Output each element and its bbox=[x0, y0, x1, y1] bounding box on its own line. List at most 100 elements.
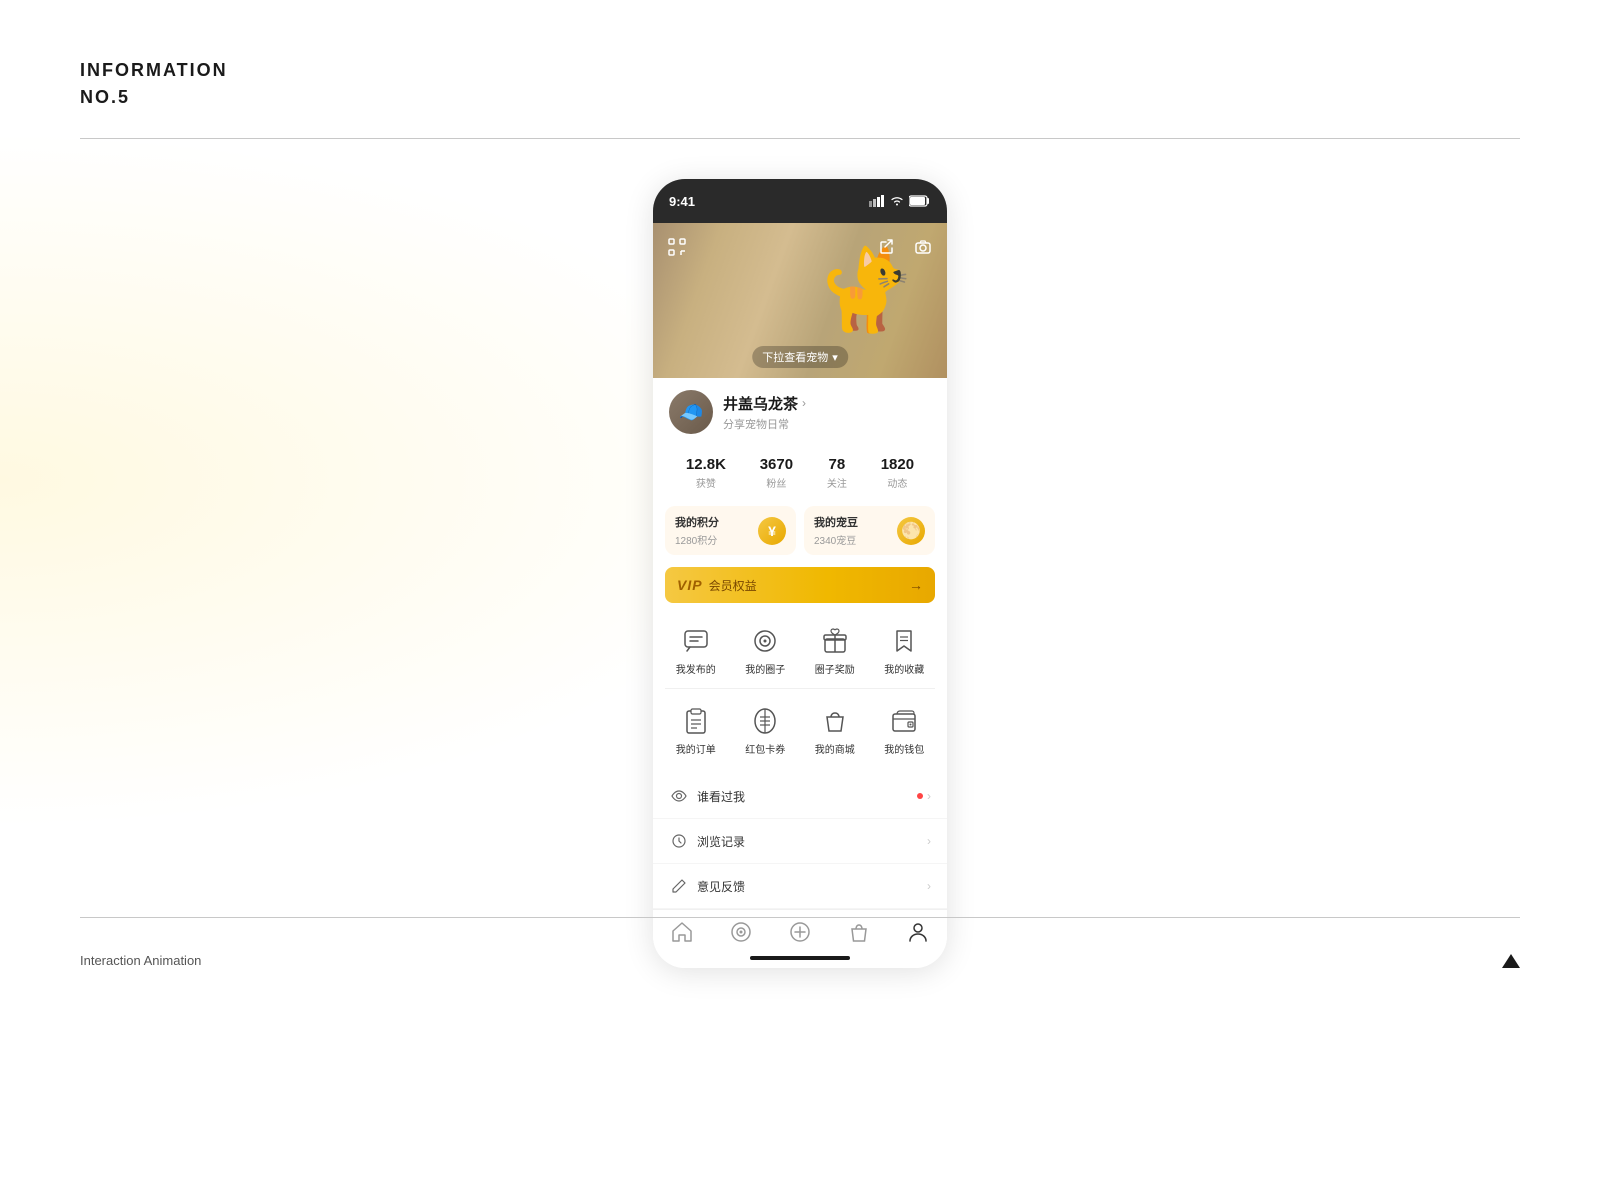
list-chevron-history-icon: › bbox=[927, 834, 931, 848]
pencil-icon bbox=[669, 876, 689, 896]
battery-icon bbox=[909, 195, 931, 207]
profile-row: 🧢 井盖乌龙茶 › 分享宠物日常 bbox=[669, 390, 931, 434]
menu-item-favorites[interactable]: 我的收藏 bbox=[870, 617, 940, 684]
bottom-nav bbox=[653, 909, 947, 950]
hero-overlay-icons bbox=[663, 233, 937, 261]
menu-item-circle[interactable]: 我的圈子 bbox=[731, 617, 801, 684]
nav-item-shop-nav[interactable] bbox=[829, 920, 888, 944]
list-chevron-icon: › bbox=[927, 789, 931, 803]
menu-label-orders: 我的订单 bbox=[676, 741, 716, 756]
footer: Interaction Animation bbox=[80, 953, 1520, 968]
bean-value: 2340宠豆 bbox=[814, 532, 858, 547]
profile-chevron-icon[interactable]: › bbox=[802, 396, 806, 410]
menu-item-orders[interactable]: 我的订单 bbox=[661, 697, 731, 764]
list-item-feedback[interactable]: 意见反馈 › bbox=[653, 864, 947, 909]
list-item-who-viewed[interactable]: 谁看过我 › bbox=[653, 774, 947, 819]
wifi-icon bbox=[890, 195, 904, 207]
list-item-feedback-right: › bbox=[927, 879, 931, 893]
vip-arrow-icon: → bbox=[909, 577, 923, 593]
menu-grid-row1: 我发布的 我的圈子 bbox=[653, 609, 947, 688]
page-number: NO.5 bbox=[80, 87, 1520, 108]
stat-likes: 12.8K 获赞 bbox=[686, 456, 726, 490]
bean-card[interactable]: 我的宠豆 2340宠豆 🌕 bbox=[804, 506, 935, 555]
profile-bio: 分享宠物日常 bbox=[723, 416, 806, 432]
points-card[interactable]: 我的积分 1280积分 ¥ bbox=[665, 506, 796, 555]
page-title: INFORMATION bbox=[80, 60, 1520, 81]
up-triangle-icon bbox=[1502, 954, 1520, 968]
list-item-history-text: 浏览记录 bbox=[697, 833, 927, 850]
stat-posts: 1820 动态 bbox=[881, 456, 914, 490]
hero-right-icons bbox=[873, 233, 937, 261]
camera-icon[interactable] bbox=[909, 233, 937, 261]
menu-label-coupons: 红包卡券 bbox=[745, 741, 785, 756]
home-nav-icon bbox=[671, 920, 693, 944]
main-content: 9:41 bbox=[0, 139, 1600, 1008]
list-item-who-viewed-text: 谁看过我 bbox=[697, 788, 917, 805]
clipboard-icon bbox=[680, 705, 712, 737]
stat-likes-label: 获赞 bbox=[686, 475, 726, 490]
menu-label-posts: 我发布的 bbox=[676, 661, 716, 676]
wallet-icon bbox=[888, 705, 920, 737]
list-chevron-feedback-icon: › bbox=[927, 879, 931, 893]
nav-item-home[interactable] bbox=[653, 920, 712, 944]
footer-label: Interaction Animation bbox=[80, 953, 201, 968]
avatar: 🧢 bbox=[669, 390, 713, 434]
stat-likes-value: 12.8K bbox=[686, 456, 726, 473]
nav-item-profile[interactable] bbox=[888, 920, 947, 944]
points-coin-icon: ¥ bbox=[758, 517, 786, 545]
stat-following: 78 关注 bbox=[827, 456, 847, 490]
stats-row: 12.8K 获赞 3670 粉丝 78 关注 1820 动态 bbox=[653, 446, 947, 500]
page-header: INFORMATION NO.5 bbox=[0, 0, 1600, 128]
plus-nav-icon bbox=[789, 920, 811, 944]
clock-icon bbox=[669, 831, 689, 851]
stat-posts-value: 1820 bbox=[881, 456, 914, 473]
bookmark-icon bbox=[888, 625, 920, 657]
notification-dot bbox=[917, 793, 923, 799]
menu-item-shop[interactable]: 我的商城 bbox=[800, 697, 870, 764]
points-value: 1280积分 bbox=[675, 532, 719, 547]
list-item-who-viewed-right: › bbox=[917, 789, 931, 803]
list-section: 谁看过我 › 浏览记录 › bbox=[653, 774, 947, 909]
bean-card-left: 我的宠豆 2340宠豆 bbox=[814, 514, 858, 547]
menu-item-reward[interactable]: 圈子奖励 bbox=[800, 617, 870, 684]
circle-icon bbox=[749, 625, 781, 657]
stat-fans-label: 粉丝 bbox=[760, 475, 793, 490]
hero-area: 下拉查看宠物 ▾ bbox=[653, 223, 947, 378]
menu-label-wallet: 我的钱包 bbox=[884, 741, 924, 756]
vip-left: VIP 会员权益 bbox=[677, 577, 757, 594]
coupon-icon bbox=[749, 705, 781, 737]
bean-title: 我的宠豆 bbox=[814, 514, 858, 530]
bean-coin-icon: 🌕 bbox=[897, 517, 925, 545]
share-icon[interactable] bbox=[873, 233, 901, 261]
profile-section: 🧢 井盖乌龙茶 › 分享宠物日常 bbox=[653, 378, 947, 446]
nav-item-discover[interactable] bbox=[712, 920, 771, 944]
hero-bottom-label: 下拉查看宠物 ▾ bbox=[752, 346, 848, 368]
menu-label-favorites: 我的收藏 bbox=[884, 661, 924, 676]
menu-item-posts[interactable]: 我发布的 bbox=[661, 617, 731, 684]
menu-grid-row2: 我的订单 红包卡券 bbox=[653, 689, 947, 768]
vip-banner[interactable]: VIP 会员权益 → bbox=[665, 567, 935, 603]
chat-bubble-icon bbox=[680, 625, 712, 657]
nav-item-add[interactable] bbox=[771, 920, 830, 944]
stat-fans-value: 3670 bbox=[760, 456, 793, 473]
menu-label-shop: 我的商城 bbox=[815, 741, 855, 756]
scan-icon[interactable] bbox=[663, 233, 691, 261]
status-icons bbox=[869, 195, 931, 207]
points-title: 我的积分 bbox=[675, 514, 719, 530]
stat-fans: 3670 粉丝 bbox=[760, 456, 793, 490]
list-item-history-right: › bbox=[927, 834, 931, 848]
target-nav-icon bbox=[730, 920, 752, 944]
menu-item-coupons[interactable]: 红包卡券 bbox=[731, 697, 801, 764]
bag-nav-icon bbox=[848, 920, 870, 944]
status-bar: 9:41 bbox=[653, 179, 947, 223]
stat-posts-label: 动态 bbox=[881, 475, 914, 490]
menu-label-circle: 我的圈子 bbox=[745, 661, 785, 676]
list-item-feedback-text: 意见反馈 bbox=[697, 878, 927, 895]
shopping-bag-icon bbox=[819, 705, 851, 737]
menu-item-wallet[interactable]: 我的钱包 bbox=[870, 697, 940, 764]
vip-label: 会员权益 bbox=[709, 577, 757, 594]
list-item-history[interactable]: 浏览记录 › bbox=[653, 819, 947, 864]
vip-text: VIP bbox=[677, 577, 703, 593]
stat-following-value: 78 bbox=[827, 456, 847, 473]
cards-row: 我的积分 1280积分 ¥ 我的宠豆 2340宠豆 🌕 bbox=[653, 500, 947, 561]
